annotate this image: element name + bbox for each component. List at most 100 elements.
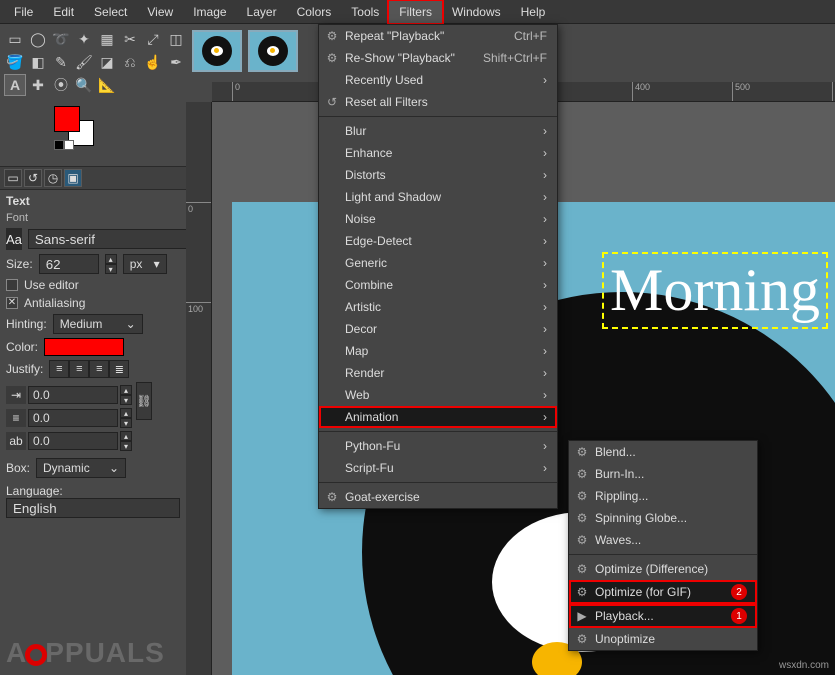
- menu-map[interactable]: Map›: [319, 340, 557, 362]
- menu-artistic[interactable]: Artistic›: [319, 296, 557, 318]
- fg-color-swatch[interactable]: [54, 106, 80, 132]
- text-layer[interactable]: Morning: [602, 252, 828, 329]
- tool-eraser[interactable]: ◪: [96, 51, 118, 73]
- line-spinner[interactable]: ▴▾: [120, 408, 132, 428]
- menu-distorts[interactable]: Distorts›: [319, 164, 557, 186]
- line-spacing-field[interactable]: 0.0: [28, 409, 118, 427]
- tool-color-picker[interactable]: ⦿: [50, 74, 72, 96]
- hinting-dropdown[interactable]: Medium⌄: [53, 314, 143, 334]
- default-colors-icon[interactable]: [54, 140, 64, 150]
- submenu-optimize-gif[interactable]: ⚙Optimize (for GIF)2: [569, 580, 757, 604]
- menu-reset-filters[interactable]: ↺Reset all Filters: [319, 91, 557, 113]
- menu-windows[interactable]: Windows: [442, 1, 511, 23]
- menu-edit[interactable]: Edit: [43, 1, 84, 23]
- text-color-chip[interactable]: [44, 338, 124, 356]
- box-dropdown[interactable]: Dynamic⌄: [36, 458, 126, 478]
- menu-view[interactable]: View: [137, 1, 183, 23]
- vertical-ruler[interactable]: 0 100: [186, 102, 212, 675]
- justify-left-button[interactable]: ≡: [49, 360, 69, 378]
- submenu-rippling[interactable]: ⚙Rippling...: [569, 485, 757, 507]
- letter-spacing-field[interactable]: 0.0: [28, 432, 118, 450]
- submenu-optimize-diff[interactable]: ⚙Optimize (Difference): [569, 558, 757, 580]
- tab-image[interactable]: ▣: [64, 169, 82, 187]
- menu-web[interactable]: Web›: [319, 384, 557, 406]
- menu-image[interactable]: Image: [183, 1, 236, 23]
- justify-center-button[interactable]: ≡: [89, 360, 109, 378]
- menu-animation[interactable]: Animation›: [319, 406, 557, 428]
- size-unit-dropdown[interactable]: px▾: [123, 254, 167, 274]
- tool-measure[interactable]: 📐: [96, 74, 118, 96]
- indent-spinner[interactable]: ▴▾: [120, 385, 132, 405]
- menu-select[interactable]: Select: [84, 1, 137, 23]
- menu-render[interactable]: Render›: [319, 362, 557, 384]
- use-editor-checkbox[interactable]: [6, 279, 18, 291]
- tab-tool-options[interactable]: ▭: [4, 169, 22, 187]
- menu-decor[interactable]: Decor›: [319, 318, 557, 340]
- tool-ellipse-select[interactable]: ◯: [27, 28, 49, 50]
- menu-enhance[interactable]: Enhance›: [319, 142, 557, 164]
- submenu-burnin[interactable]: ⚙Burn-In...: [569, 463, 757, 485]
- tool-crop[interactable]: ✂: [119, 28, 141, 50]
- language-field[interactable]: [6, 498, 180, 518]
- size-spinner[interactable]: ▴▾: [105, 254, 117, 274]
- menu-noise[interactable]: Noise›: [319, 208, 557, 230]
- chevron-right-icon: ›: [543, 278, 547, 292]
- gear-icon: ⚙: [575, 445, 589, 459]
- menu-edge-detect[interactable]: Edge-Detect›: [319, 230, 557, 252]
- chevron-right-icon: ›: [543, 256, 547, 270]
- tool-by-color[interactable]: ▦: [96, 28, 118, 50]
- size-field[interactable]: [39, 254, 99, 274]
- left-sidebar: ▭ ◯ ➰ ✦ ▦ ✂ ⤢ ◫ 🪣 ◧ ✎ 🖌 ◪ ⎌ ☝ ✒ A ✚ ⦿ 🔍 …: [0, 24, 186, 522]
- tool-transform[interactable]: ⤢: [142, 28, 164, 50]
- tab-device[interactable]: ↺: [24, 169, 42, 187]
- tool-pencil[interactable]: ✎: [50, 51, 72, 73]
- menu-recently-used[interactable]: Recently Used›: [319, 69, 557, 91]
- spacing-link-toggle[interactable]: ⛓: [136, 382, 152, 420]
- tool-paintbrush[interactable]: 🖌: [73, 51, 95, 73]
- menu-file[interactable]: File: [4, 1, 43, 23]
- tool-clone[interactable]: ⎌: [119, 51, 141, 73]
- tool-zoom[interactable]: 🔍: [73, 74, 95, 96]
- menu-help[interactable]: Help: [511, 1, 556, 23]
- menu-combine[interactable]: Combine›: [319, 274, 557, 296]
- menu-tools[interactable]: Tools: [341, 1, 389, 23]
- tool-fuzzy-select[interactable]: ✦: [73, 28, 95, 50]
- submenu-blend[interactable]: ⚙Blend...: [569, 441, 757, 463]
- gear-icon: ⚙: [575, 489, 589, 503]
- menu-generic[interactable]: Generic›: [319, 252, 557, 274]
- image-tab-2[interactable]: [248, 30, 298, 72]
- tab-history[interactable]: ◷: [44, 169, 62, 187]
- menu-pythonfu[interactable]: Python-Fu›: [319, 435, 557, 457]
- menu-layer[interactable]: Layer: [237, 1, 287, 23]
- letter-spinner[interactable]: ▴▾: [120, 431, 132, 451]
- tool-heal[interactable]: ✚: [27, 74, 49, 96]
- annotation-badge-1: 1: [731, 608, 747, 624]
- tool-bucket[interactable]: 🪣: [4, 51, 26, 73]
- image-tab-1[interactable]: [192, 30, 242, 72]
- font-preview[interactable]: Aa: [6, 228, 22, 250]
- antialiasing-checkbox[interactable]: [6, 297, 18, 309]
- tool-free-select[interactable]: ➰: [50, 28, 72, 50]
- menu-scriptfu[interactable]: Script-Fu›: [319, 457, 557, 479]
- tool-warp[interactable]: ◫: [165, 28, 187, 50]
- submenu-waves[interactable]: ⚙Waves...: [569, 529, 757, 551]
- tool-text[interactable]: A: [4, 74, 26, 96]
- menu-light-shadow[interactable]: Light and Shadow›: [319, 186, 557, 208]
- tool-rect-select[interactable]: ▭: [4, 28, 26, 50]
- indent-field[interactable]: 0.0: [28, 386, 118, 404]
- menu-blur[interactable]: Blur›: [319, 120, 557, 142]
- menu-filters[interactable]: Filters: [389, 1, 442, 23]
- menu-reshow-playback[interactable]: ⚙Re-Show "Playback"Shift+Ctrl+F: [319, 47, 557, 69]
- justify-right-button[interactable]: ≡: [69, 360, 89, 378]
- swap-colors-icon[interactable]: [64, 140, 74, 150]
- submenu-spinning-globe[interactable]: ⚙Spinning Globe...: [569, 507, 757, 529]
- submenu-playback[interactable]: ▶Playback...1: [569, 604, 757, 628]
- tool-gradient[interactable]: ◧: [27, 51, 49, 73]
- submenu-unoptimize[interactable]: ⚙Unoptimize: [569, 628, 757, 650]
- justify-fill-button[interactable]: ≣: [109, 360, 129, 378]
- menu-repeat-playback[interactable]: ⚙Repeat "Playback"Ctrl+F: [319, 25, 557, 47]
- menu-colors[interactable]: Colors: [287, 1, 342, 23]
- tool-smudge[interactable]: ☝: [142, 51, 164, 73]
- tool-paths[interactable]: ✒: [165, 51, 187, 73]
- menu-goat-exercise[interactable]: ⚙Goat-exercise: [319, 486, 557, 508]
